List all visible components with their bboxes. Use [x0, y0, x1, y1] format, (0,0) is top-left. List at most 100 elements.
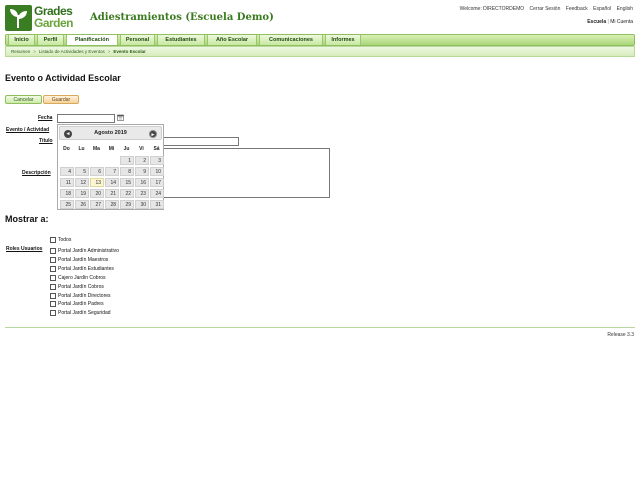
breadcrumb-listado[interactable]: Listado de Actividades y Eventos — [39, 49, 105, 54]
main-nav: Inicio Perfil Planificación Personal Est… — [5, 34, 635, 46]
role-label: Portal Jardín Seguridad — [58, 310, 111, 316]
fecha-input[interactable] — [57, 114, 115, 123]
calendar-day[interactable]: 7 — [105, 167, 119, 176]
calendar-day[interactable]: 26 — [75, 200, 89, 209]
feedback-link[interactable]: Feedback — [566, 6, 588, 12]
calendar-day[interactable]: 22 — [120, 189, 134, 198]
english-link[interactable]: English — [617, 6, 633, 12]
roles-usuarios-label: Roles Usuarios — [6, 246, 43, 252]
role-label: Cajero Jardín Cobros — [58, 275, 106, 281]
datepicker-header: ◄ Agosto 2019 ► — [59, 126, 162, 140]
weekday-header: Sá — [153, 146, 160, 152]
calendar-day[interactable]: 2 — [135, 156, 149, 165]
tab-estudiantes[interactable]: Estudiantes — [157, 35, 205, 45]
weekday-header: Mi — [108, 146, 115, 152]
titulo-label: Título — [39, 138, 53, 144]
calendar-day[interactable]: 29 — [120, 200, 134, 209]
calendar-day[interactable]: 15 — [120, 178, 134, 187]
weekday-header: Ma — [93, 146, 100, 152]
calendar-day[interactable]: 21 — [105, 189, 119, 198]
welcome-text: Welcome: DIRECTORDEMO — [459, 6, 525, 12]
role-checkbox[interactable] — [50, 310, 56, 316]
calendar-day[interactable]: 19 — [75, 189, 89, 198]
calendar-day[interactable]: 10 — [150, 167, 164, 176]
cancel-button[interactable]: Cancelar — [5, 95, 42, 104]
calendar-day[interactable]: 27 — [90, 200, 104, 209]
role-label: Portal Jardín Estudiantes — [58, 266, 114, 272]
role-label: Portal Jardín Administrativo — [58, 248, 119, 254]
footer-divider — [5, 327, 635, 328]
role-label: Portal Jardín Directores — [58, 293, 111, 299]
next-month-icon[interactable]: ► — [149, 130, 157, 138]
breadcrumb: Resumen > Listado de Actividades y Eventos… — [5, 46, 635, 57]
role-checkbox[interactable] — [50, 266, 56, 272]
calendar-day[interactable]: 20 — [90, 189, 104, 198]
calendar-day[interactable]: 4 — [60, 167, 74, 176]
my-account-link[interactable]: Mi Cuenta — [610, 19, 633, 25]
sprout-logo-icon — [5, 5, 32, 31]
role-checkbox[interactable] — [50, 275, 56, 281]
tab-comunicaciones[interactable]: Comunicaciones — [259, 35, 323, 45]
calendar-day[interactable]: 6 — [90, 167, 104, 176]
role-checkbox[interactable] — [50, 284, 56, 290]
role-label: Portal Jardín Padres — [58, 301, 104, 307]
calendar-day[interactable]: 28 — [105, 200, 119, 209]
datepicker-month-title: Agosto 2019 — [94, 130, 127, 136]
tab-personal[interactable]: Personal — [120, 35, 155, 45]
show-to-title: Mostrar a: — [5, 214, 49, 224]
role-label: Portal Jardín Maestros — [58, 257, 109, 263]
save-button[interactable]: Guardar — [43, 95, 79, 104]
descripcion-label: Descripción — [22, 170, 51, 176]
role-checkbox[interactable] — [50, 301, 56, 307]
calendar-day[interactable]: 25 — [60, 200, 74, 209]
weekday-header: Vi — [139, 146, 144, 152]
logo-text: Grades Garden — [34, 5, 74, 30]
page-title: Evento o Actividad Escolar — [5, 73, 121, 83]
calendar-day[interactable]: 31 — [150, 200, 164, 209]
calendar-day[interactable]: 5 — [75, 167, 89, 176]
role-checkbox[interactable] — [50, 293, 56, 299]
release-version: Release 3.3 — [607, 332, 634, 338]
tab-ano-escolar[interactable]: Año Escolar — [207, 35, 257, 45]
weekday-header: Ju — [123, 146, 130, 152]
tab-inicio[interactable]: Inicio — [8, 35, 35, 45]
tab-informes[interactable]: Informes — [325, 35, 361, 45]
evento-actividad-label: Evento / Actividad — [6, 127, 50, 133]
calendar-day[interactable]: 11 — [60, 178, 74, 187]
calendar-day[interactable]: 23 — [135, 189, 149, 198]
role-label: Portal Jardín Cobros — [58, 284, 104, 290]
calendar-day[interactable]: 18 — [60, 189, 74, 198]
calendar-day[interactable]: 17 — [150, 178, 164, 187]
tab-planificacion[interactable]: Planificación — [66, 35, 118, 45]
weekday-header: Do — [63, 146, 70, 152]
calendar-day[interactable]: 3 — [150, 156, 164, 165]
checkbox-todos[interactable] — [50, 237, 56, 243]
account-links: Escuela | Mi Cuenta — [587, 19, 633, 25]
fecha-label: Fecha — [38, 115, 53, 121]
calendar-day[interactable]: 16 — [135, 178, 149, 187]
calendar-day[interactable]: 12 — [75, 178, 89, 187]
role-checkbox[interactable] — [50, 248, 56, 254]
checkbox-label-todos: Todos — [58, 237, 72, 243]
role-checkbox[interactable] — [50, 257, 56, 263]
calendar-day[interactable]: 1 — [120, 156, 134, 165]
weekday-header: Lu — [78, 146, 85, 152]
school-title: Adiestramientos (Escuela Demo) — [90, 12, 274, 23]
calendar-icon[interactable] — [117, 114, 124, 121]
calendar-day[interactable]: 24 — [150, 189, 164, 198]
logout-link[interactable]: Cerrar Sesión — [530, 6, 561, 12]
tab-perfil[interactable]: Perfil — [37, 35, 64, 45]
spanish-link[interactable]: Español — [593, 6, 611, 12]
breadcrumb-resumen[interactable]: Resumen — [11, 49, 30, 54]
calendar-day[interactable]: 9 — [135, 167, 149, 176]
calendar-day-today[interactable]: 13 — [90, 178, 104, 187]
grades-garden-logo: Grades Garden — [5, 5, 85, 31]
breadcrumb-current: Evento Escolar — [113, 49, 146, 54]
datepicker-popup: ◄ Agosto 2019 ► Do Lu Ma Mi Ju Vi Sá 1 2 3 4 5 6 7 8 9 1… — [57, 124, 164, 210]
calendar-day[interactable]: 8 — [120, 167, 134, 176]
logo-line-2: Garden — [34, 16, 74, 30]
calendar-day[interactable]: 14 — [105, 178, 119, 187]
school-link[interactable]: Escuela — [587, 19, 606, 25]
calendar-day[interactable]: 30 — [135, 200, 149, 209]
top-links: Welcome: DIRECTORDEMO Cerrar Sesión Feed… — [456, 6, 633, 12]
